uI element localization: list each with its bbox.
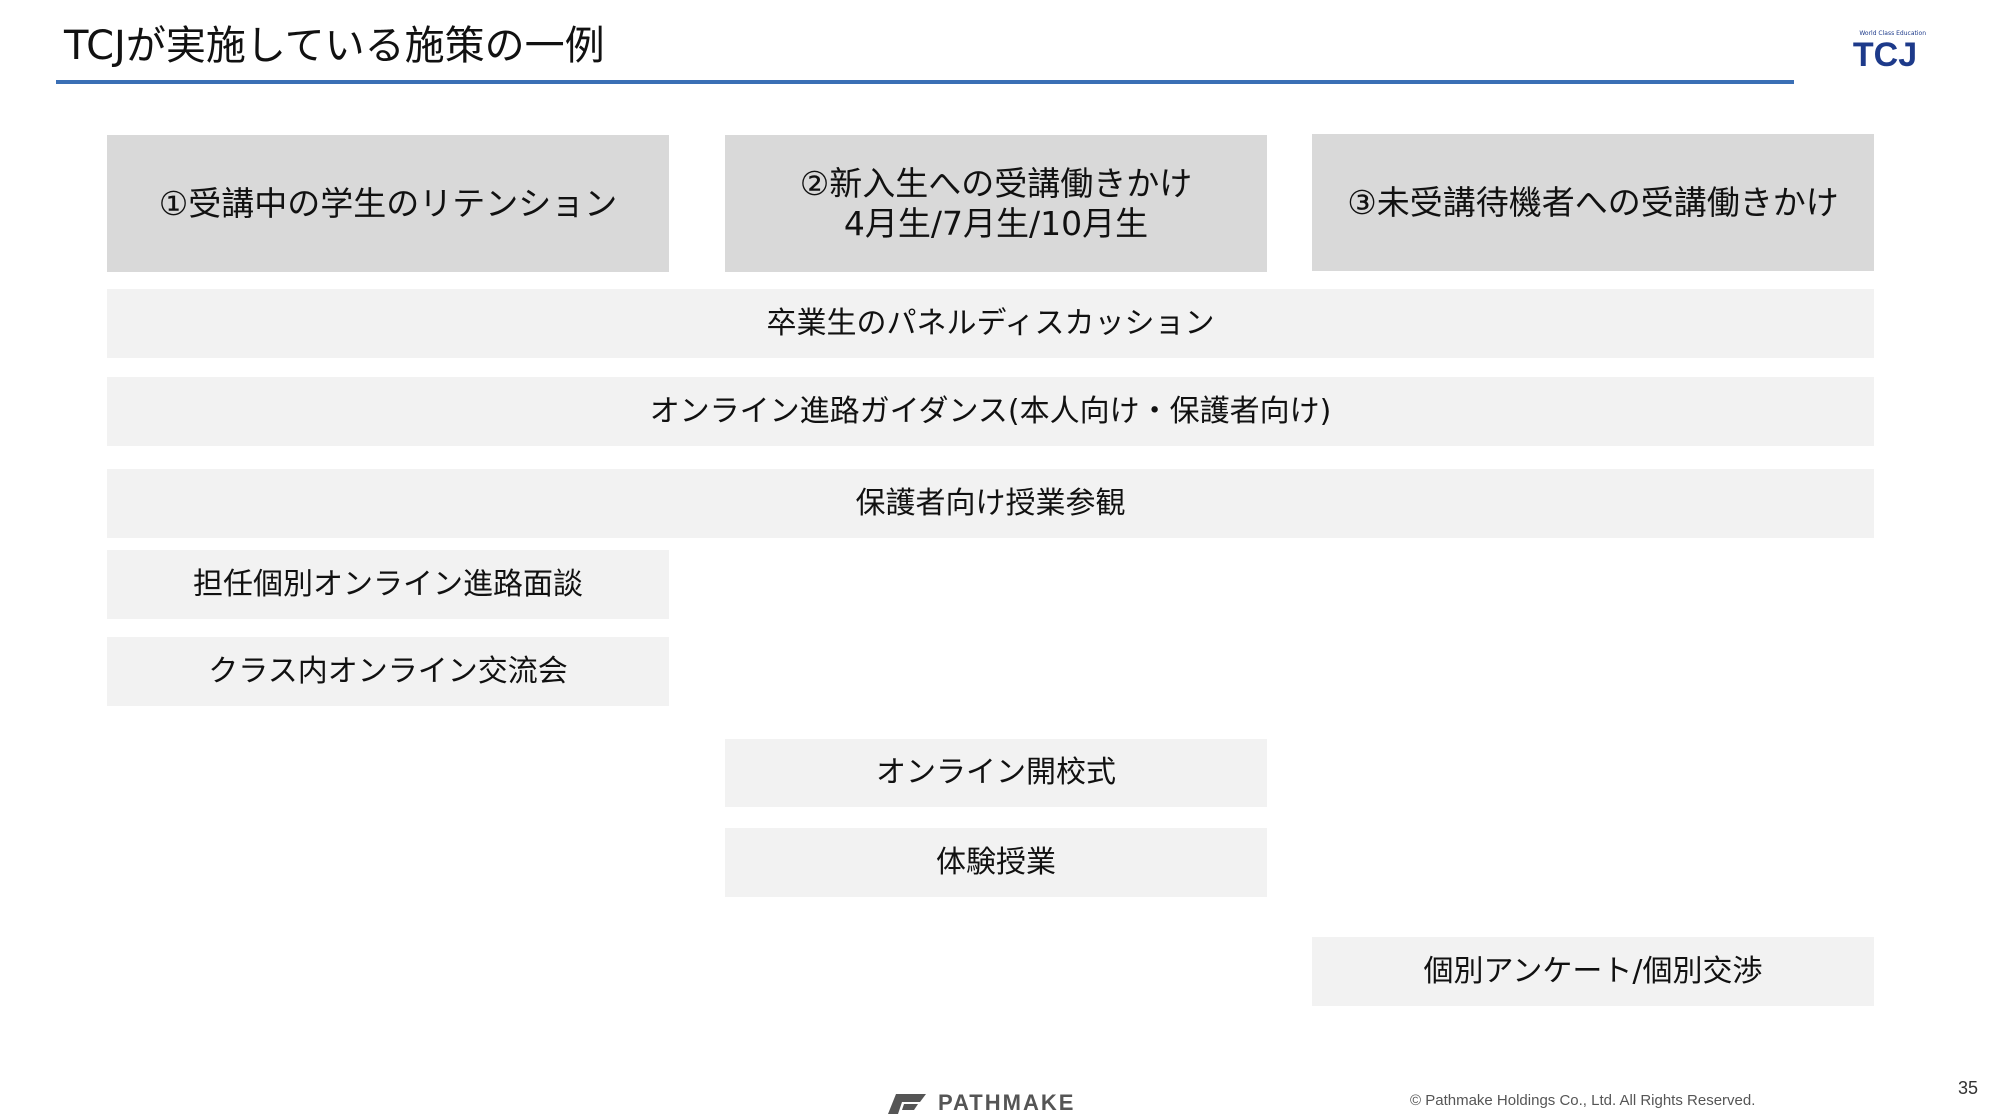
measure-individual-career-interview: 担任個別オンライン進路面談 xyxy=(107,550,669,619)
column-header-waiting-applicants: ③未受講待機者への受講働きかけ xyxy=(1312,134,1874,271)
page-number: 35 xyxy=(1958,1078,1979,1098)
measure-class-online-exchange: クラス内オンライン交流会 xyxy=(107,637,669,706)
pathmake-mark-icon xyxy=(888,1094,926,1114)
footer-brand: PATHMAKE xyxy=(938,1090,1076,1115)
pathmake-logo: PATHMAKE xyxy=(886,1090,1075,1116)
measure-label: クラス内オンライン交流会 xyxy=(208,653,568,689)
measure-online-career-guidance: オンライン進路ガイダンス(本人向け・保護者向け) xyxy=(107,377,1874,446)
column-header-new-students: ②新入生への受講働きかけ 4月生/7月生/10月生 xyxy=(725,135,1267,272)
logo-text: TCJ xyxy=(1852,36,1918,74)
measure-individual-survey: 個別アンケート/個別交渉 xyxy=(1312,937,1874,1006)
measure-label: 担任個別オンライン進路面談 xyxy=(193,566,583,602)
measure-label: 保護者向け授業参観 xyxy=(855,485,1126,521)
measure-label: 体験授業 xyxy=(936,844,1056,880)
measure-trial-lesson: 体験授業 xyxy=(725,828,1267,897)
tcj-logo: World Class Education TCJ xyxy=(1844,30,1926,74)
column-header-sublabel: 4月生/7月生/10月生 xyxy=(843,203,1149,243)
measure-label: 卒業生のパネルディスカッション xyxy=(766,305,1215,341)
measure-online-opening-ceremony: オンライン開校式 xyxy=(725,739,1267,807)
measure-label: オンライン開校式 xyxy=(876,755,1116,790)
column-header-label: ②新入生への受講働きかけ xyxy=(799,163,1193,203)
copyright-notice: © Pathmake Holdings Co., Ltd. All Rights… xyxy=(1410,1092,1756,1109)
column-header-label: ①受講中の学生のリテンション xyxy=(158,183,618,223)
title-underline xyxy=(56,80,1794,84)
measure-label: オンライン進路ガイダンス(本人向け・保護者向け) xyxy=(649,393,1332,429)
measure-parent-class-observation: 保護者向け授業参観 xyxy=(107,469,1874,538)
measure-label: 個別アンケート/個別交渉 xyxy=(1423,953,1763,989)
measure-graduate-panel: 卒業生のパネルディスカッション xyxy=(107,289,1874,358)
column-header-label: ③未受講待機者への受講働きかけ xyxy=(1347,182,1839,222)
slide-title: TCJが実施している施策の一例 xyxy=(64,23,605,69)
column-header-retention: ①受講中の学生のリテンション xyxy=(107,135,669,272)
